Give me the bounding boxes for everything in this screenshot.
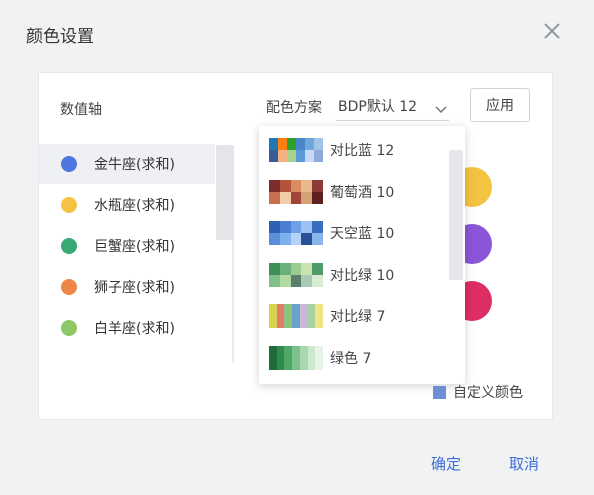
palette-swatch-block — [315, 345, 323, 370]
series-item[interactable]: 狮子座(求和) — [39, 267, 215, 307]
dialog-title: 颜色设置 — [26, 27, 94, 47]
palette-swatch-block — [301, 221, 313, 233]
chevron-down-icon — [435, 99, 447, 118]
value-axis-label: 数值轴 — [60, 102, 102, 118]
palette-option[interactable]: 对比绿 10 — [259, 253, 449, 294]
series-color-dot[interactable] — [61, 197, 77, 213]
color-scheme-value: BDP默认 12 — [338, 99, 418, 115]
palette-swatch-block — [301, 179, 313, 192]
close-icon[interactable] — [541, 20, 563, 42]
palette-swatch — [269, 262, 323, 287]
palette-swatch-block — [312, 262, 323, 275]
series-label: 白羊座(求和) — [94, 321, 175, 337]
palette-swatch-block — [314, 138, 323, 150]
palette-option[interactable]: 天空蓝 10 — [259, 211, 449, 252]
palette-option[interactable]: 葡萄酒 10 — [259, 170, 449, 211]
palette-label: 对比绿 7 — [330, 309, 386, 325]
series-color-dot[interactable] — [61, 279, 77, 295]
series-item[interactable]: 水瓶座(求和) — [39, 185, 215, 225]
palette-swatch-block — [279, 179, 292, 192]
palette-swatch-block — [279, 262, 292, 275]
palette-swatch-block — [301, 262, 313, 275]
palette-swatch-block — [312, 233, 323, 245]
palette-swatch-block — [269, 233, 281, 245]
palette-swatch-block — [290, 221, 302, 233]
palette-swatch-block — [290, 191, 302, 204]
palette-swatch-block — [312, 221, 323, 233]
palette-swatch-block — [301, 274, 313, 287]
custom-color-label: 自定义颜色 — [453, 385, 523, 401]
palette-swatch-block — [269, 274, 281, 287]
palette-swatch-block — [290, 233, 302, 245]
color-scheme-select[interactable]: BDP默认 12 — [336, 90, 449, 121]
palette-swatch-block — [301, 233, 313, 245]
palette-swatch-block — [269, 221, 281, 233]
palette-option[interactable]: 绿色 7 — [259, 336, 449, 377]
palette-swatch — [269, 304, 323, 328]
palette-swatch-block — [279, 221, 292, 233]
series-label: 巨蟹座(求和) — [94, 239, 175, 255]
custom-color-checkbox[interactable] — [433, 386, 446, 399]
cancel-button[interactable]: 取消 — [509, 453, 539, 474]
palette-swatch — [269, 345, 323, 370]
palette-swatch-block — [279, 191, 292, 204]
palette-swatch-block — [312, 191, 323, 204]
palette-label: 天空蓝 10 — [330, 226, 395, 242]
palette-swatch-block — [290, 179, 302, 192]
palette-label: 葡萄酒 10 — [330, 184, 395, 201]
series-scrollbar[interactable] — [216, 145, 234, 240]
palette-swatch-block — [312, 274, 323, 287]
palette-swatch-block — [290, 274, 302, 287]
palette-swatch-block — [301, 191, 313, 204]
ok-button[interactable]: 确定 — [431, 453, 461, 474]
series-color-dot[interactable] — [61, 320, 77, 336]
palette-swatch-block — [279, 274, 292, 287]
series-label: 狮子座(求和) — [94, 280, 175, 296]
palette-swatch-block — [269, 191, 281, 204]
palette-option[interactable]: 对比绿 7 — [259, 294, 449, 335]
palette-swatch — [269, 138, 323, 162]
palette-label: 绿色 7 — [330, 350, 372, 367]
series-item[interactable]: 巨蟹座(求和) — [39, 226, 215, 266]
palette-swatch-block — [314, 150, 323, 162]
series-color-dot[interactable] — [61, 156, 77, 172]
palette-swatch-block — [269, 262, 281, 275]
palette-swatch-block — [315, 304, 323, 328]
series-label: 水瓶座(求和) — [94, 198, 175, 214]
palette-label: 对比绿 10 — [330, 267, 395, 284]
palette-scrollbar[interactable] — [449, 150, 463, 280]
palette-swatch-block — [290, 262, 302, 275]
palette-swatch — [269, 179, 323, 204]
palette-option[interactable]: 对比蓝 12 — [259, 128, 449, 169]
series-list: 金牛座(求和) 水瓶座(求和) 巨蟹座(求和) 狮子座(求和) 白羊座(求和) — [39, 143, 215, 363]
palette-swatch-block — [279, 233, 292, 245]
series-label: 金牛座(求和) — [94, 157, 175, 173]
color-scheme-label: 配色方案 — [266, 100, 322, 116]
palette-swatch — [269, 221, 323, 245]
apply-button[interactable]: 应用 — [470, 88, 530, 122]
series-item[interactable]: 金牛座(求和) — [39, 144, 215, 184]
series-color-dot[interactable] — [61, 238, 77, 254]
palette-swatch-block — [312, 179, 323, 192]
palette-label: 对比蓝 12 — [330, 143, 395, 159]
palette-swatch-block — [269, 179, 281, 192]
palette-dropdown: 对比蓝 12 葡萄酒 10 天空蓝 10 对比绿 10 对比绿 7 绿色 7 — [259, 126, 465, 384]
series-item[interactable]: 白羊座(求和) — [39, 308, 215, 348]
